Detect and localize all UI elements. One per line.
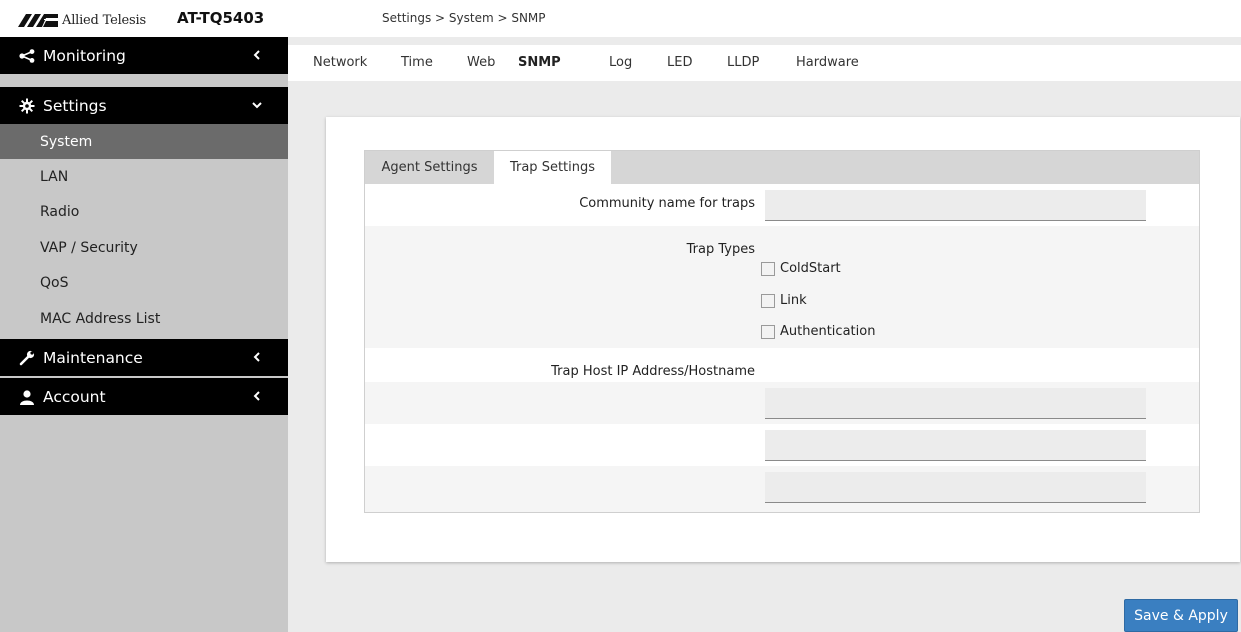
device-model: AT-TQ5403 xyxy=(177,9,265,27)
authentication-checkbox[interactable]: Authentication xyxy=(761,324,875,339)
user-icon xyxy=(18,389,36,405)
trap-host-row xyxy=(365,382,1199,424)
coldstart-label: ColdStart xyxy=(780,261,841,276)
trap-host-label: Trap Host IP Address/Hostname xyxy=(551,364,755,379)
chevron-left-icon xyxy=(253,50,260,60)
subtab-trap-settings[interactable]: Trap Settings xyxy=(494,151,611,184)
snmp-panel: Agent Settings Trap Settings Community n… xyxy=(326,117,1240,562)
breadcrumb: Settings > System > SNMP xyxy=(382,11,546,25)
sidebar: Monitoring Settings System LAN Radio VAP… xyxy=(0,37,288,632)
share-icon xyxy=(18,48,36,64)
top-header: Allied Telesis AT-TQ5403 Settings > Syst… xyxy=(0,0,1241,37)
sidebar-account-label: Account xyxy=(43,387,106,406)
sidebar-monitoring-label: Monitoring xyxy=(43,46,126,65)
trap-host-input-1[interactable] xyxy=(765,388,1146,419)
tab-web[interactable]: Web xyxy=(467,45,495,81)
coldstart-checkbox[interactable]: ColdStart xyxy=(761,261,841,276)
tab-time[interactable]: Time xyxy=(401,45,433,81)
trap-host-input-3[interactable] xyxy=(765,472,1146,503)
checkbox-box[interactable] xyxy=(761,261,775,276)
link-label: Link xyxy=(780,293,807,308)
snmp-subtabs: Agent Settings Trap Settings xyxy=(365,151,1199,184)
subtab-agent-settings[interactable]: Agent Settings xyxy=(365,151,494,184)
trap-host-header-row: Trap Host IP Address/Hostname xyxy=(365,348,1199,382)
sidebar-item-qos[interactable]: QoS xyxy=(0,265,288,300)
trap-types-label: Trap Types xyxy=(686,242,755,257)
authentication-label: Authentication xyxy=(780,324,876,339)
brand-name: Allied Telesis xyxy=(62,12,146,28)
allied-telesis-logo-icon xyxy=(18,14,58,27)
sidebar-item-mac-address-list[interactable]: MAC Address List xyxy=(0,301,288,336)
link-checkbox[interactable]: Link xyxy=(761,293,807,308)
chevron-left-icon xyxy=(253,391,260,401)
sidebar-settings[interactable]: Settings xyxy=(0,87,288,124)
tab-log[interactable]: Log xyxy=(609,45,632,81)
community-name-input[interactable] xyxy=(765,190,1146,221)
settings-tab-bar: Network Time Web SNMP Log LED LLDP Hardw… xyxy=(288,45,1241,81)
sidebar-item-system[interactable]: System xyxy=(0,124,288,159)
tab-hardware[interactable]: Hardware xyxy=(796,45,859,81)
sidebar-item-vap-security[interactable]: VAP / Security xyxy=(0,230,288,265)
chevron-left-icon xyxy=(253,352,260,362)
sidebar-account[interactable]: Account xyxy=(0,378,288,415)
sidebar-maintenance-label: Maintenance xyxy=(43,348,143,367)
trap-host-row xyxy=(365,424,1199,466)
sidebar-item-radio[interactable]: Radio xyxy=(0,194,288,229)
wrench-icon xyxy=(18,350,36,366)
sidebar-monitoring[interactable]: Monitoring xyxy=(0,37,288,74)
sidebar-maintenance[interactable]: Maintenance xyxy=(0,339,288,376)
tab-network[interactable]: Network xyxy=(313,45,367,81)
checkbox-box[interactable] xyxy=(761,293,775,308)
gear-icon xyxy=(18,98,36,114)
tab-snmp[interactable]: SNMP xyxy=(518,45,561,81)
tab-led[interactable]: LED xyxy=(667,45,692,81)
community-label: Community name for traps xyxy=(579,196,755,211)
trap-types-row: Trap Types ColdStart Link Authentication xyxy=(365,226,1199,348)
sidebar-settings-label: Settings xyxy=(43,96,107,115)
sidebar-item-lan[interactable]: LAN xyxy=(0,159,288,194)
brand-logo: Allied Telesis xyxy=(18,10,146,30)
trap-host-input-2[interactable] xyxy=(765,430,1146,461)
chevron-down-icon xyxy=(252,102,262,109)
trap-host-row xyxy=(365,466,1199,512)
checkbox-box[interactable] xyxy=(761,324,775,339)
community-row: Community name for traps xyxy=(365,184,1199,226)
tab-lldp[interactable]: LLDP xyxy=(727,45,759,81)
snmp-settings-box: Agent Settings Trap Settings Community n… xyxy=(364,150,1200,513)
save-apply-button[interactable]: Save & Apply xyxy=(1124,599,1238,632)
